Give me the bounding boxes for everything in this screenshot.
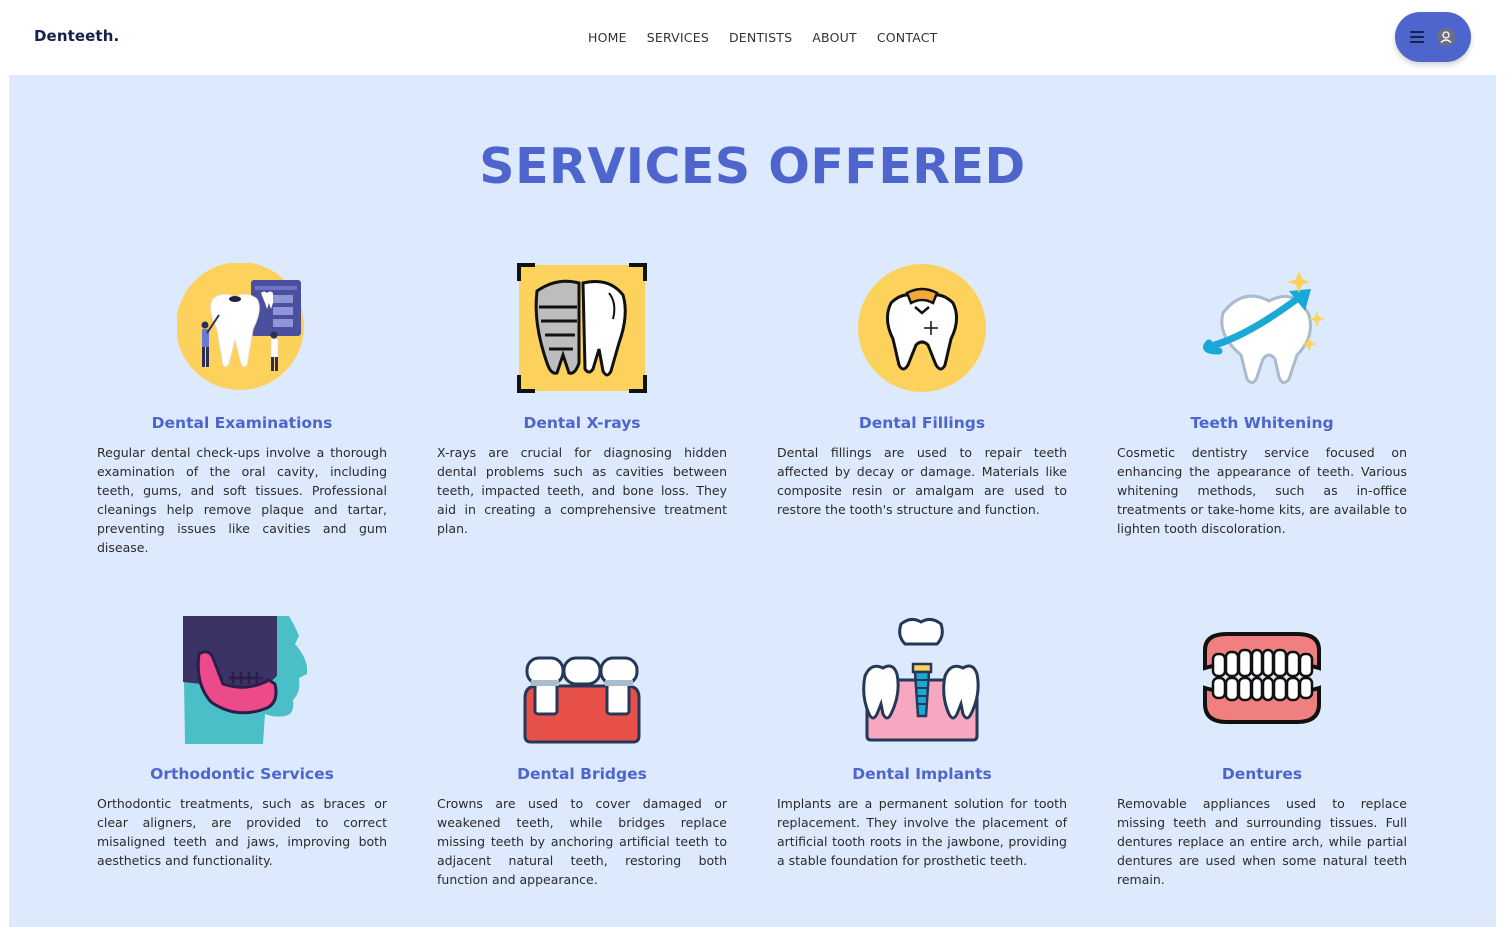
nav-link-dentists[interactable]: DENTISTS (729, 30, 792, 45)
nav-link-about[interactable]: ABOUT (812, 30, 857, 45)
main-nav: HOME SERVICES DENTISTS ABOUT CONTACT (588, 30, 938, 45)
dental-implant-icon (857, 614, 987, 744)
service-title: Dental Implants (852, 765, 992, 783)
service-description: Implants are a permanent solution for to… (777, 796, 1067, 869)
account-menu-button[interactable] (1395, 12, 1471, 62)
brand-logo[interactable]: Denteeth. (34, 27, 119, 45)
service-title: Dental Bridges (517, 765, 647, 783)
service-title: Dental Fillings (858, 414, 986, 432)
service-description: Orthodontic treatments, such as braces o… (97, 796, 387, 869)
jaw-profile-icon (177, 614, 307, 744)
service-description: Dental fillings are used to repair teeth… (777, 445, 1067, 518)
service-description: Crowns are used to cover damaged or weak… (437, 796, 727, 888)
tooth-xray-icon (517, 263, 647, 393)
service-title: Teeth Whitening (1190, 414, 1334, 432)
tooth-whitening-icon (1197, 263, 1327, 393)
service-description: Cosmetic dentistry service focused on en… (1117, 445, 1407, 537)
top-navbar: Denteeth. HOME SERVICES DENTISTS ABOUT C… (0, 0, 1505, 75)
user-avatar-icon (1437, 28, 1455, 46)
nav-link-contact[interactable]: CONTACT (877, 30, 938, 45)
service-description: Regular dental check-ups involve a thoro… (97, 445, 387, 556)
service-title: Dental Examinations (151, 414, 333, 432)
dentures-icon (1197, 614, 1327, 744)
nav-link-home[interactable]: HOME (588, 30, 627, 45)
hamburger-icon (1410, 31, 1424, 43)
tooth-examination-icon (177, 263, 307, 393)
nav-link-services[interactable]: SERVICES (647, 30, 709, 45)
dental-bridge-icon (517, 614, 647, 744)
section-title: SERVICES OFFERED (479, 138, 1026, 195)
service-title: Orthodontic Services (150, 765, 334, 783)
service-description: Removable appliances used to replace mis… (1117, 796, 1407, 888)
service-title: Dental X-rays (523, 414, 641, 432)
tooth-filling-icon (857, 263, 987, 393)
services-section: SERVICES OFFERED Dental Examinations Reg… (9, 75, 1496, 927)
service-title: Dentures (1221, 765, 1303, 783)
service-description: X-rays are crucial for diagnosing hidden… (437, 445, 727, 537)
